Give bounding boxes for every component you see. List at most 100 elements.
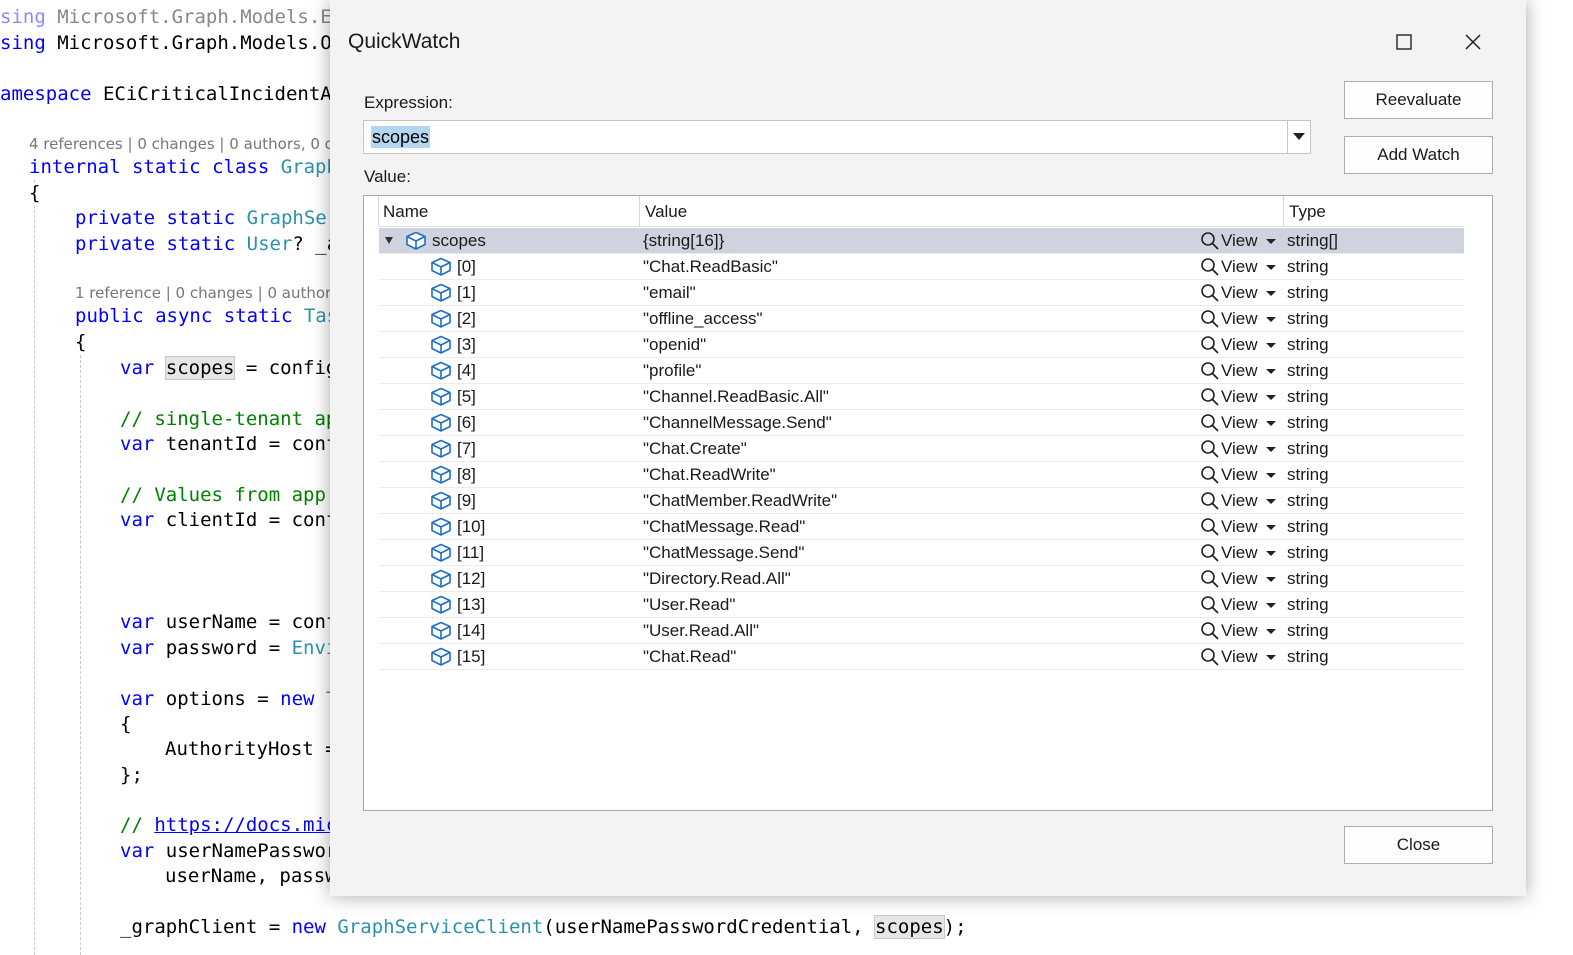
row-divider xyxy=(379,669,1464,670)
row-name: [14] xyxy=(457,621,486,640)
grid-row[interactable]: [9] "ChatMember.ReadWrite" View string xyxy=(379,488,1464,514)
chevron-down-icon[interactable] xyxy=(1266,603,1276,608)
column-separator[interactable] xyxy=(1283,196,1284,226)
row-name: [10] xyxy=(457,517,486,536)
row-type: string[] xyxy=(1287,231,1339,250)
code-line: var scopes = config xyxy=(120,356,338,380)
chevron-down-icon xyxy=(1293,133,1305,140)
chevron-down-icon[interactable] xyxy=(1266,265,1276,270)
collapse-arrow-icon[interactable] xyxy=(385,237,393,244)
grid-row[interactable]: [15] "Chat.Read" View string xyxy=(379,644,1464,670)
grid-row[interactable]: [10] "ChatMessage.Read" View string xyxy=(379,514,1464,540)
view-visualizer-button[interactable]: View xyxy=(1200,592,1282,618)
view-visualizer-button[interactable]: View xyxy=(1200,306,1282,332)
grid-row[interactable]: [7] "Chat.Create" View string xyxy=(379,436,1464,462)
view-label: View xyxy=(1221,491,1258,510)
grid-row[interactable]: [1] "email" View string xyxy=(379,280,1464,306)
chevron-down-icon[interactable] xyxy=(1266,239,1276,244)
grid-row[interactable]: [4] "profile" View string xyxy=(379,358,1464,384)
row-name: [5] xyxy=(457,387,476,406)
header-divider xyxy=(379,226,1464,227)
view-visualizer-button[interactable]: View xyxy=(1200,280,1282,306)
column-header-name[interactable]: Name xyxy=(383,196,428,226)
row-name: [2] xyxy=(457,309,476,328)
view-visualizer-button[interactable]: View xyxy=(1200,332,1282,358)
magnifier-icon xyxy=(1201,336,1219,354)
reevaluate-button[interactable]: Reevaluate xyxy=(1344,81,1493,119)
maximize-button[interactable] xyxy=(1386,24,1422,60)
view-visualizer-button[interactable]: View xyxy=(1200,540,1282,566)
view-label: View xyxy=(1221,569,1258,588)
code-line: var userNamePasswor xyxy=(120,840,338,862)
code-line: var clientId = conf xyxy=(120,509,338,531)
chevron-down-icon[interactable] xyxy=(1266,421,1276,426)
chevron-down-icon[interactable] xyxy=(1266,343,1276,348)
view-visualizer-button[interactable]: View xyxy=(1200,566,1282,592)
expression-input[interactable]: scopes xyxy=(363,120,1311,154)
object-icon xyxy=(431,257,451,276)
row-type: string xyxy=(1287,361,1329,380)
view-visualizer-button[interactable]: View xyxy=(1200,618,1282,644)
grid-row[interactable]: [14] "User.Read.All" View string xyxy=(379,618,1464,644)
view-visualizer-button[interactable]: View xyxy=(1200,488,1282,514)
view-label: View xyxy=(1221,465,1258,484)
view-visualizer-button[interactable]: View xyxy=(1200,228,1282,254)
view-visualizer-button[interactable]: View xyxy=(1200,462,1282,488)
chevron-down-icon[interactable] xyxy=(1266,525,1276,530)
code-line: { xyxy=(75,331,87,353)
code-line: _graphClient = new GraphServiceClient(us… xyxy=(120,915,967,939)
grid-row[interactable]: [13] "User.Read" View string xyxy=(379,592,1464,618)
chevron-down-icon[interactable] xyxy=(1266,551,1276,556)
magnifier-icon xyxy=(1201,544,1219,562)
code-line: AuthorityHost = xyxy=(165,738,337,760)
row-type: string xyxy=(1287,283,1329,302)
row-type: string xyxy=(1287,465,1329,484)
expression-history-dropdown[interactable] xyxy=(1287,121,1310,153)
view-visualizer-button[interactable]: View xyxy=(1200,358,1282,384)
grid-row[interactable]: [2] "offline_access" View string xyxy=(379,306,1464,332)
code-line: sing Microsoft.Graph.Models.OD xyxy=(0,32,344,54)
chevron-down-icon[interactable] xyxy=(1266,317,1276,322)
chevron-down-icon[interactable] xyxy=(1266,369,1276,374)
close-window-button[interactable] xyxy=(1455,24,1491,60)
view-visualizer-button[interactable]: View xyxy=(1200,644,1282,670)
chevron-down-icon[interactable] xyxy=(1266,291,1276,296)
grid-row[interactable]: scopes {string[16]} View string[] xyxy=(379,228,1464,254)
view-visualizer-button[interactable]: View xyxy=(1200,436,1282,462)
view-visualizer-button[interactable]: View xyxy=(1200,254,1282,280)
chevron-down-icon[interactable] xyxy=(1266,447,1276,452)
row-name: [0] xyxy=(457,257,476,276)
chevron-down-icon[interactable] xyxy=(1266,655,1276,660)
grid-row[interactable]: [6] "ChannelMessage.Send" View string xyxy=(379,410,1464,436)
doc-link[interactable]: https://docs.mic xyxy=(154,814,337,836)
column-header-type[interactable]: Type xyxy=(1289,196,1326,226)
grid-row[interactable]: [5] "Channel.ReadBasic.All" View string xyxy=(379,384,1464,410)
chevron-down-icon[interactable] xyxy=(1266,577,1276,582)
chevron-down-icon[interactable] xyxy=(1266,395,1276,400)
magnifier-icon xyxy=(1201,492,1219,510)
view-label: View xyxy=(1221,309,1258,328)
grid-row[interactable]: [12] "Directory.Read.All" View string xyxy=(379,566,1464,592)
chevron-down-icon[interactable] xyxy=(1266,473,1276,478)
grid-row[interactable]: [3] "openid" View string xyxy=(379,332,1464,358)
value-grid[interactable]: Name Value Type scopes {string[16]} View… xyxy=(363,195,1493,811)
grid-row[interactable]: [8] "Chat.ReadWrite" View string xyxy=(379,462,1464,488)
close-button[interactable]: Close xyxy=(1344,826,1493,864)
chevron-down-icon[interactable] xyxy=(1266,499,1276,504)
grid-row[interactable]: [11] "ChatMessage.Send" View string xyxy=(379,540,1464,566)
view-visualizer-button[interactable]: View xyxy=(1200,514,1282,540)
view-visualizer-button[interactable]: View xyxy=(1200,384,1282,410)
code-line: var userName = conf xyxy=(120,611,338,633)
column-header-value[interactable]: Value xyxy=(645,196,687,226)
row-value: "offline_access" xyxy=(643,309,763,328)
view-label: View xyxy=(1221,231,1258,250)
view-visualizer-button[interactable]: View xyxy=(1200,410,1282,436)
column-separator[interactable] xyxy=(639,196,640,226)
add-watch-button[interactable]: Add Watch xyxy=(1344,136,1493,174)
codelens-references[interactable]: 4 references | 0 changes | 0 authors, 0 … xyxy=(29,134,352,154)
row-type: string xyxy=(1287,491,1329,510)
grid-row[interactable]: [0] "Chat.ReadBasic" View string xyxy=(379,254,1464,280)
magnifier-icon xyxy=(1201,518,1219,536)
chevron-down-icon[interactable] xyxy=(1266,629,1276,634)
codelens-references[interactable]: 1 reference | 0 changes | 0 authors, xyxy=(75,283,344,303)
